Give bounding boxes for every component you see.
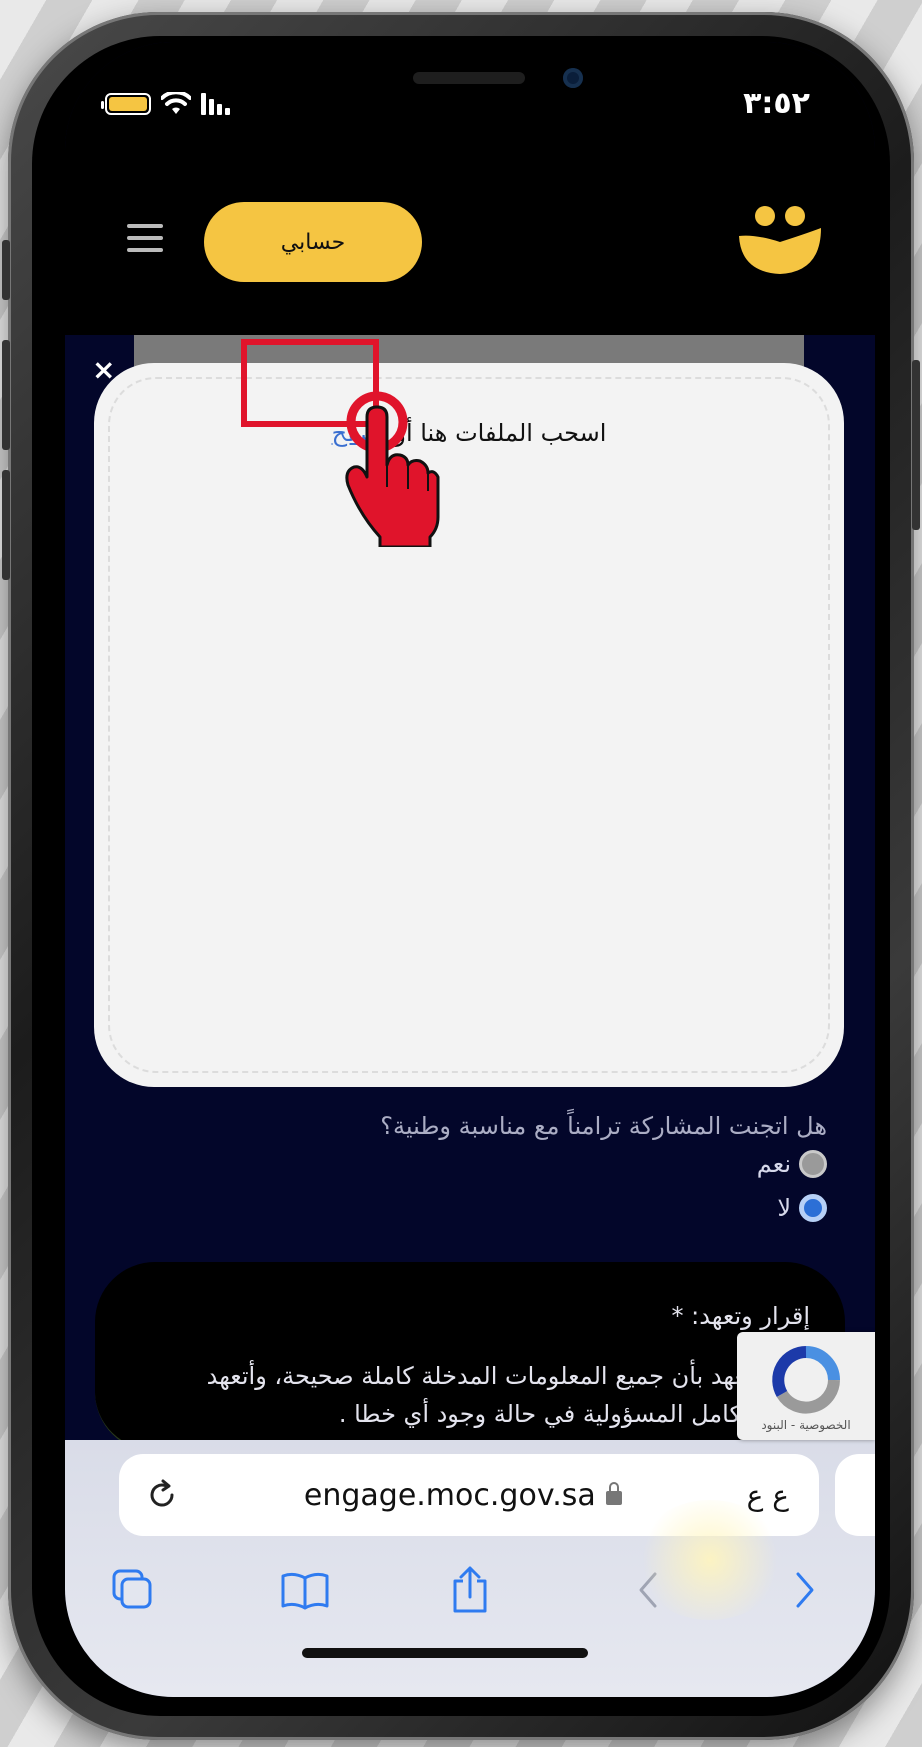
status-icons (101, 92, 230, 116)
question-text: هل اتجنت المشاركة ترامناً مع مناسبة وطني… (380, 1112, 827, 1140)
recaptcha-footer[interactable]: الخصوصية - البنود (737, 1418, 875, 1432)
browser-toolbar (65, 1500, 875, 1640)
text-size-button[interactable]: ع ع (747, 1479, 789, 1512)
status-time: ٣:٥٢ (743, 86, 810, 121)
site-header: حسابي (65, 152, 875, 335)
tabs-icon (112, 1569, 152, 1609)
notch (243, 42, 699, 120)
tabs-button[interactable] (103, 1560, 163, 1620)
power-button (912, 360, 920, 530)
radio-no-label: لا (777, 1194, 791, 1222)
touch-glow (635, 1500, 785, 1620)
home-indicator (302, 1648, 588, 1658)
volume-up-button (2, 340, 10, 450)
hamburger-menu-icon[interactable] (127, 224, 163, 252)
dropzone-instructions: اسحب الملفات هنا أو تصفح (110, 419, 828, 447)
url-text: engage.moc.gov.sa (303, 1477, 596, 1513)
wifi-icon (161, 92, 191, 114)
pledge-card: إقرار وتعهد: * أقر وأتعهد بأن جميع المعل… (95, 1262, 845, 1452)
pointing-hand-icon (345, 391, 440, 547)
pledge-text: أقر وأتعهد بأن جميع المعلومات المدخلة كا… (206, 1362, 810, 1428)
radio-option-no[interactable]: لا (777, 1194, 827, 1222)
recaptcha-badge[interactable]: الخصوصية - البنود (737, 1332, 875, 1440)
bookmarks-button[interactable] (275, 1560, 335, 1620)
radio-no[interactable] (799, 1194, 827, 1222)
signal-icon (201, 93, 230, 115)
reload-icon[interactable] (145, 1478, 179, 1512)
radio-yes[interactable] (799, 1150, 827, 1178)
lock-icon (605, 1482, 622, 1505)
forward-button[interactable] (775, 1560, 835, 1620)
share-icon (453, 1566, 487, 1613)
chevron-right-icon (796, 1572, 814, 1608)
recaptcha-icon (772, 1346, 840, 1414)
pledge-title: إقرار وتعهد: * (671, 1302, 811, 1330)
battery-icon (101, 93, 151, 115)
front-camera (563, 68, 583, 88)
radio-yes-label: نعم (756, 1150, 791, 1178)
url-display[interactable]: engage.moc.gov.sa (304, 1478, 622, 1513)
file-dropzone[interactable]: اسحب الملفات هنا أو تصفح (108, 377, 830, 1073)
speaker (413, 72, 525, 84)
my-account-button[interactable]: حسابي (204, 202, 422, 282)
smile-logo-icon[interactable] (735, 202, 825, 282)
book-icon (281, 1572, 329, 1610)
volume-down-button (2, 470, 10, 580)
radio-option-yes[interactable]: نعم (757, 1150, 827, 1178)
share-button[interactable] (440, 1560, 500, 1620)
mute-switch (2, 240, 10, 300)
file-upload-modal: اسحب الملفات هنا أو تصفح (94, 363, 844, 1087)
next-tab-preview[interactable] (835, 1454, 875, 1536)
browser-chrome: engage.moc.gov.sa ع ع (65, 1440, 875, 1697)
